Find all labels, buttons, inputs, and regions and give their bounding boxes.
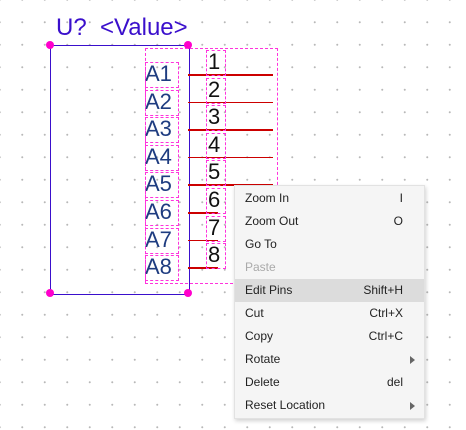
menu-item-shortcut: I: [399, 191, 403, 205]
selection-handle-bottom-right[interactable]: [184, 289, 192, 297]
pin-line[interactable]: [188, 156, 273, 159]
pin-number-label[interactable]: 7: [208, 216, 220, 239]
menu-item-paste[interactable]: Paste: [235, 256, 424, 279]
menu-item-rotate[interactable]: Rotate: [235, 348, 424, 371]
menu-item-label: Paste: [245, 260, 276, 274]
menu-item-shortcut: Ctrl+X: [369, 306, 403, 320]
pin-name-label[interactable]: A5: [145, 173, 177, 195]
pin-number-label[interactable]: 5: [208, 161, 220, 183]
pin-number-label[interactable]: 1: [208, 51, 220, 73]
menu-item-copy[interactable]: Copy Ctrl+C: [235, 325, 424, 348]
context-menu: Zoom In I Zoom Out O Go To Paste Edit Pins Shif…: [234, 185, 425, 419]
menu-item-edit-pins[interactable]: Edit Pins Shift+H: [235, 279, 424, 302]
menu-item-label: Zoom In: [245, 191, 290, 205]
menu-item-cut[interactable]: Cut Ctrl+X: [235, 302, 424, 325]
pin-name-label[interactable]: A4: [145, 145, 177, 168]
pin-name-label[interactable]: A8: [145, 256, 177, 278]
pin-number-label[interactable]: 6: [208, 189, 220, 211]
pin-name-label[interactable]: A7: [145, 228, 177, 251]
menu-item-shortcut: Ctrl+C: [368, 329, 403, 343]
pin-name-label[interactable]: A1: [145, 63, 177, 85]
menu-item-label: Zoom Out: [245, 214, 299, 228]
menu-item-shortcut: O: [393, 214, 403, 228]
menu-item-delete[interactable]: Delete del: [235, 371, 424, 394]
submenu-arrow-icon: [410, 356, 415, 364]
menu-item-label: Copy: [245, 329, 274, 343]
component-reference: U?: [56, 14, 87, 41]
menu-item-label: Edit Pins: [245, 283, 293, 297]
selection-handle-bottom-left[interactable]: [46, 289, 54, 297]
pin-name-label[interactable]: A3: [145, 118, 177, 140]
menu-item-label: Go To: [245, 237, 277, 251]
pin-name-label[interactable]: A6: [145, 201, 177, 223]
pin-line[interactable]: [188, 267, 218, 269]
menu-item-label: Rotate: [245, 352, 281, 366]
component-value: <Value>: [100, 14, 188, 41]
pin-line[interactable]: [188, 74, 273, 76]
pin-number-label[interactable]: 8: [208, 244, 220, 266]
menu-item-zoom-out[interactable]: Zoom Out O: [235, 210, 424, 233]
selection-handle-top-right[interactable]: [184, 41, 192, 49]
menu-item-label: Reset Location: [245, 398, 326, 412]
pin-number-label[interactable]: 4: [208, 133, 220, 156]
menu-item-go-to[interactable]: Go To: [235, 233, 424, 256]
pin-line[interactable]: [188, 239, 218, 242]
menu-item-label: Cut: [245, 306, 264, 320]
menu-item-shortcut: del: [386, 375, 403, 389]
pin-line[interactable]: [188, 129, 273, 131]
component-label[interactable]: U? <Value>: [56, 14, 188, 42]
pin-number-label[interactable]: 3: [208, 106, 220, 128]
selection-handle-top-left[interactable]: [46, 41, 54, 49]
pin-name-label[interactable]: A2: [145, 90, 177, 113]
menu-item-reset-location[interactable]: Reset Location: [235, 394, 424, 417]
pin-line[interactable]: [188, 101, 273, 104]
menu-item-zoom-in[interactable]: Zoom In I: [235, 187, 424, 210]
submenu-arrow-icon: [410, 402, 415, 410]
pin-line[interactable]: [188, 212, 218, 214]
pin-number-label[interactable]: 2: [208, 78, 220, 101]
menu-item-label: Delete: [245, 375, 280, 389]
menu-item-shortcut: Shift+H: [363, 283, 403, 297]
